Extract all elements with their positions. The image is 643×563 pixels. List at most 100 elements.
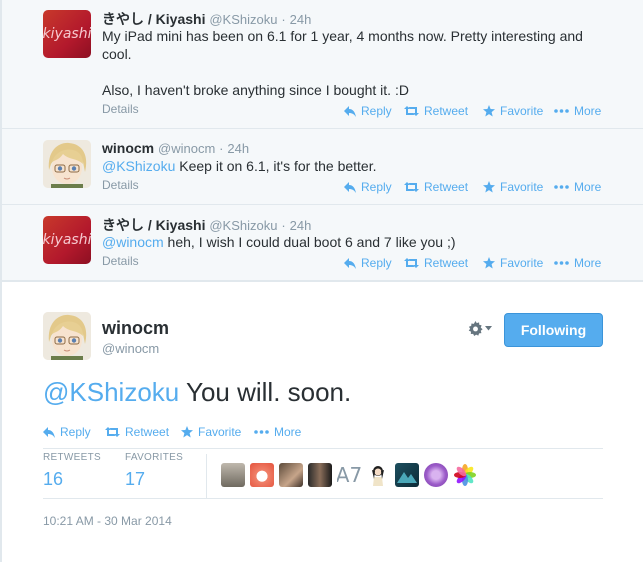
retweet-icon <box>404 258 419 268</box>
avatar-logo-text: kiyashi <box>43 26 91 42</box>
more-button[interactable]: More <box>554 256 601 270</box>
photos-flower-icon <box>454 464 476 486</box>
tweet-text: @KShizoku Keep it on 6.1, it's for the b… <box>102 157 602 175</box>
tweet-timestamp[interactable]: 10:21 AM - 30 Mar 2014 <box>43 514 172 528</box>
favorite-icon <box>483 105 495 117</box>
tweet-actions: Reply Retweet Favorite More <box>2 256 643 272</box>
retweet-label: Retweet <box>424 256 469 270</box>
user-handle[interactable]: @winocm <box>158 141 215 156</box>
tweet-text-body: heh, I wish I could dual boot 6 and 7 li… <box>163 234 456 250</box>
user-name[interactable]: きやし / Kiyashi <box>102 11 205 27</box>
reply-button[interactable]: Reply <box>344 104 392 118</box>
tweet-text-body: You will. soon. <box>179 377 352 407</box>
retweet-icon <box>404 182 419 192</box>
favorites-count: 17 <box>125 469 146 489</box>
favorite-button[interactable]: Favorite <box>483 104 543 118</box>
favorite-label: Favorite <box>500 180 544 194</box>
stats-divider-bottom <box>43 498 603 499</box>
avatar[interactable] <box>221 463 245 487</box>
mention-link[interactable]: @KShizoku <box>102 158 175 174</box>
tweet-text-line: My iPad mini has been on 6.1 for 1 year,… <box>102 28 583 44</box>
more-button[interactable]: More <box>554 104 601 118</box>
avatar[interactable] <box>279 463 303 487</box>
retweet-icon <box>105 427 120 437</box>
anime-character-image <box>372 466 384 486</box>
favorite-icon <box>483 181 495 193</box>
retweets-stat[interactable]: RETWEETS 16 <box>43 452 101 490</box>
more-icon <box>554 185 569 189</box>
retweet-icon <box>404 106 419 116</box>
tweet-text: @KShizoku You will. soon. <box>43 377 351 408</box>
tweet-header: きやし / Kiyashi @KShizoku · 24h <box>102 215 311 235</box>
favorite-button[interactable]: Favorite <box>483 256 543 270</box>
favorite-label: Favorite <box>198 425 242 439</box>
avatar[interactable] <box>453 463 477 487</box>
user-name[interactable]: きやし / Kiyashi <box>102 217 205 233</box>
retweet-button[interactable]: Retweet <box>404 104 468 118</box>
reply-button[interactable]: Reply <box>344 180 392 194</box>
avatar[interactable] <box>250 463 274 487</box>
retweet-label: Retweet <box>424 180 469 194</box>
avatar[interactable]: A7 <box>337 463 361 487</box>
retweets-count: 16 <box>43 469 64 489</box>
reply-icon <box>43 426 55 438</box>
favorites-stat[interactable]: FAVORITES 17 <box>125 452 183 490</box>
mention-link[interactable]: @winocm <box>102 234 164 250</box>
more-label: More <box>574 256 602 270</box>
tweet-text: @winocm heh, I wish I could dual boot 6 … <box>102 233 602 251</box>
tweet-header: きやし / Kiyashi @KShizoku · 24h <box>102 9 311 29</box>
reply-icon <box>344 105 356 117</box>
user-name[interactable]: winocm <box>102 318 169 339</box>
tweet-text-line: cool. <box>102 46 132 62</box>
retweet-button[interactable]: Retweet <box>105 425 169 439</box>
reply-button[interactable]: Reply <box>344 256 392 270</box>
reply-label: Reply <box>361 256 392 270</box>
avatar[interactable] <box>424 463 448 487</box>
favorite-button[interactable]: Favorite <box>483 180 543 194</box>
user-handle[interactable]: @winocm <box>102 341 159 356</box>
mention-link[interactable]: @KShizoku <box>43 377 179 407</box>
retweet-label: Retweet <box>424 104 469 118</box>
tweet-1[interactable]: kiyashi きやし / Kiyashi @KShizoku · 24h My… <box>2 0 643 129</box>
user-handle[interactable]: @KShizoku <box>209 12 277 27</box>
more-button[interactable]: More <box>554 180 601 194</box>
tweet-time[interactable]: 24h <box>227 141 249 156</box>
favorite-button[interactable]: Favorite <box>181 425 241 439</box>
reply-button[interactable]: Reply <box>43 425 91 439</box>
avatar[interactable] <box>366 463 390 487</box>
avatar[interactable] <box>395 463 419 487</box>
time-separator: · <box>219 141 224 156</box>
more-button[interactable]: More <box>254 425 301 439</box>
time-separator: · <box>281 218 286 233</box>
time-separator: · <box>281 12 286 27</box>
reply-label: Reply <box>361 104 392 118</box>
favorite-icon <box>483 257 495 269</box>
avatar-logo-text: kiyashi <box>43 232 91 248</box>
user-handle[interactable]: @KShizoku <box>209 218 277 233</box>
avatar[interactable] <box>308 463 332 487</box>
avatar[interactable]: kiyashi <box>43 10 91 58</box>
favorites-label: FAVORITES <box>125 452 184 463</box>
anime-avatar-image <box>43 312 91 360</box>
tweet-actions: Reply Retweet Favorite More <box>2 425 643 441</box>
favorite-label: Favorite <box>500 256 544 270</box>
retweet-button[interactable]: Retweet <box>404 256 468 270</box>
user-actions-dropdown[interactable] <box>468 321 492 336</box>
tweet-2[interactable]: winocm @winocm · 24h @KShizoku Keep it o… <box>2 129 643 205</box>
tweet-header: winocm @winocm · 24h <box>102 140 249 156</box>
stats-divider <box>206 454 207 498</box>
expanded-tweet: winocm @winocm Following @KShizoku You w… <box>2 281 643 563</box>
favorite-icon <box>181 426 193 438</box>
gear-icon <box>468 321 483 336</box>
chevron-down-icon <box>485 326 492 331</box>
tweet-time[interactable]: 24h <box>290 12 312 27</box>
retweet-button[interactable]: Retweet <box>404 180 468 194</box>
more-label: More <box>274 425 302 439</box>
avatar[interactable] <box>43 312 91 360</box>
following-button[interactable]: Following <box>504 313 603 347</box>
reply-label: Reply <box>60 425 91 439</box>
tweet-3[interactable]: kiyashi きやし / Kiyashi @KShizoku · 24h @w… <box>2 205 643 281</box>
user-name[interactable]: winocm <box>102 140 154 156</box>
tweet-time[interactable]: 24h <box>290 218 312 233</box>
tweet-actions: Reply Retweet Favorite More <box>2 180 643 196</box>
